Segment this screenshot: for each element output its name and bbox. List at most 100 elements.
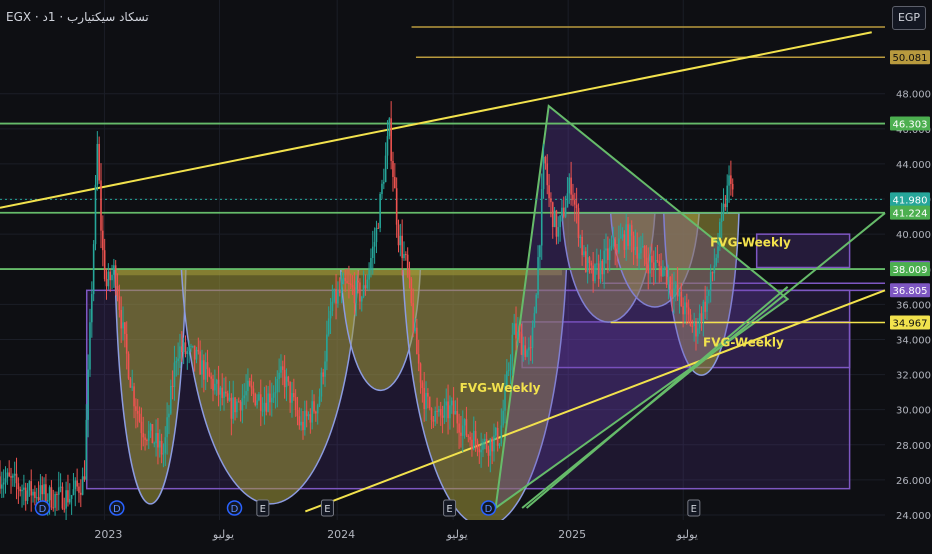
candle-body bbox=[131, 386, 134, 388]
candle-body bbox=[236, 401, 238, 413]
candle-body bbox=[12, 475, 14, 478]
candle-body bbox=[223, 391, 225, 398]
candle-body bbox=[438, 409, 440, 412]
candle-body bbox=[241, 398, 244, 411]
candle-body bbox=[485, 438, 488, 450]
time-tick-label: 2023 bbox=[94, 528, 122, 541]
candle-body bbox=[476, 440, 479, 450]
candle-body bbox=[597, 263, 600, 280]
candle-body bbox=[135, 406, 137, 411]
candle-body bbox=[728, 175, 730, 186]
candle-body bbox=[702, 301, 705, 323]
candle-body bbox=[566, 193, 569, 208]
candle-body bbox=[381, 183, 383, 195]
trendline-upper bbox=[0, 31, 872, 209]
candle-body bbox=[17, 483, 20, 490]
candle-body bbox=[443, 405, 446, 418]
candle-body bbox=[368, 269, 370, 280]
candle-body bbox=[603, 250, 605, 275]
candle-body bbox=[111, 274, 113, 281]
candle-body bbox=[507, 370, 510, 372]
candle-body bbox=[634, 246, 637, 251]
candle-body bbox=[256, 400, 258, 406]
candle-body bbox=[550, 198, 552, 203]
candle-body bbox=[428, 396, 431, 409]
candle-body bbox=[641, 245, 644, 248]
candle-body bbox=[467, 435, 470, 438]
candle-body bbox=[76, 480, 78, 487]
currency-button[interactable]: EGP bbox=[892, 6, 926, 30]
candle-body bbox=[660, 266, 662, 277]
candle-body bbox=[390, 118, 392, 161]
candle-body bbox=[283, 369, 286, 388]
candle-body bbox=[113, 265, 115, 275]
candle-body bbox=[0, 476, 1, 489]
candle-body bbox=[243, 395, 246, 399]
candle-body bbox=[445, 401, 448, 406]
candle-body bbox=[68, 498, 71, 503]
candle-body bbox=[124, 322, 126, 334]
candle-body bbox=[715, 257, 717, 266]
candle-body bbox=[338, 290, 341, 294]
price-tick-label: 34.000 bbox=[896, 335, 931, 346]
candle-body bbox=[406, 254, 409, 270]
candle-body bbox=[32, 491, 34, 496]
candle-body bbox=[203, 360, 205, 380]
candle-body bbox=[353, 287, 356, 304]
candle-body bbox=[724, 203, 727, 208]
candle-body bbox=[371, 246, 374, 259]
candle-body bbox=[355, 280, 358, 304]
candle-body bbox=[700, 313, 703, 323]
candle-body bbox=[245, 391, 247, 396]
candle-body bbox=[199, 351, 201, 375]
time-tick-label: يوليو bbox=[446, 528, 468, 541]
candle-body bbox=[318, 396, 321, 406]
candle-body bbox=[63, 508, 66, 510]
candle-body bbox=[138, 413, 141, 422]
candle-body bbox=[287, 376, 290, 382]
candle-body bbox=[449, 405, 451, 419]
candle-body bbox=[360, 296, 363, 302]
candle-body bbox=[120, 309, 123, 329]
candle-body bbox=[118, 296, 121, 310]
candle-body bbox=[4, 478, 7, 483]
candle-body bbox=[489, 438, 492, 456]
candle-body bbox=[517, 331, 519, 339]
candle-body bbox=[568, 177, 571, 194]
candle-body bbox=[417, 354, 420, 364]
candle-body bbox=[528, 347, 530, 351]
price-label: 38.009 bbox=[893, 265, 928, 276]
candle-body bbox=[195, 349, 198, 360]
candle-body bbox=[300, 421, 302, 426]
candle-body bbox=[80, 492, 82, 495]
earnings-marker-label: E bbox=[446, 504, 452, 515]
candle-body bbox=[502, 410, 504, 426]
candle-body bbox=[618, 238, 620, 253]
candle-body bbox=[640, 247, 642, 254]
candle-body bbox=[460, 432, 462, 436]
candle-body bbox=[465, 419, 468, 436]
candle-body bbox=[596, 263, 598, 265]
candle-body bbox=[228, 397, 231, 401]
candle-body bbox=[364, 285, 367, 289]
candle-body bbox=[50, 487, 53, 508]
candle-body bbox=[105, 279, 108, 287]
candle-body bbox=[225, 391, 227, 394]
candle-body bbox=[645, 257, 648, 265]
candle-body bbox=[579, 236, 582, 238]
candle-body bbox=[54, 493, 56, 508]
candle-body bbox=[383, 182, 385, 184]
price-chart[interactable]: FVG-Weekly FVG-Weekly FVG-Weekly D D D E E E D E 24… bbox=[0, 0, 932, 550]
candle-body bbox=[673, 288, 675, 297]
candle-body bbox=[85, 419, 88, 480]
candle-body bbox=[87, 369, 89, 420]
candle-body bbox=[553, 210, 556, 228]
price-label: 36.805 bbox=[893, 286, 928, 297]
candle-body bbox=[171, 385, 174, 387]
candle-body bbox=[487, 449, 490, 456]
candle-body bbox=[114, 265, 117, 286]
candle-body bbox=[109, 271, 111, 281]
price-tick-label: 36.000 bbox=[896, 300, 931, 311]
candle-body bbox=[632, 235, 635, 251]
candle-body bbox=[2, 482, 5, 485]
